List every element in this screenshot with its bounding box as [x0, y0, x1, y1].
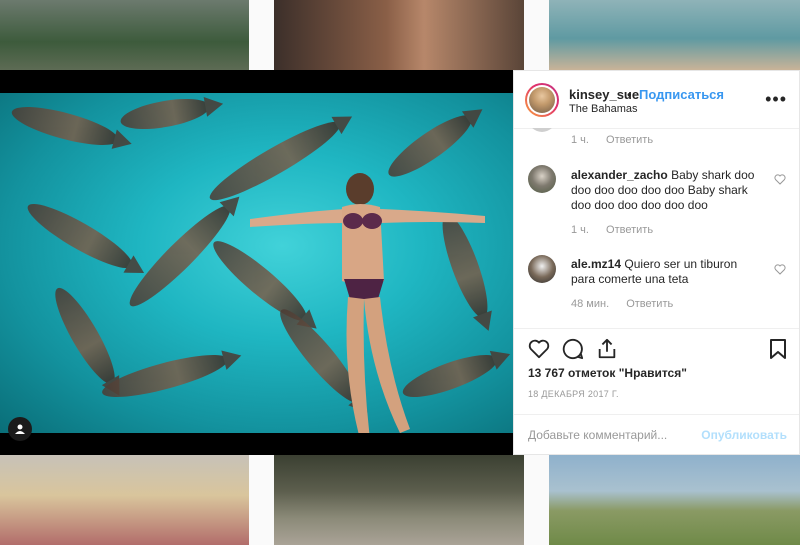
comment-icon[interactable]: [562, 338, 584, 360]
heart-icon[interactable]: [528, 339, 550, 359]
grid-photo-2[interactable]: [274, 0, 524, 70]
reply-link[interactable]: Ответить: [626, 298, 673, 310]
comment-meta: 1 ч. Ответить: [571, 224, 667, 236]
post-location[interactable]: The Bahamas: [569, 103, 637, 115]
comment-time: 1 ч.: [571, 134, 589, 146]
add-comment-bar: Добавьте комментарий... Опубликовать: [514, 414, 799, 457]
post-media-container: [0, 70, 513, 455]
post-date[interactable]: 18 ДЕКАБРЯ 2017 Г.: [528, 389, 619, 399]
likes-count[interactable]: 13 767 отметок "Нравится": [528, 366, 687, 380]
comment-input[interactable]: Добавьте комментарий...: [528, 428, 667, 442]
author-avatar[interactable]: [525, 83, 559, 117]
comment-like-icon[interactable]: [774, 264, 786, 275]
comment-body: ale.mz14 Quiero ser un tiburon para come…: [571, 257, 746, 287]
comments-list[interactable]: 1 ч. Ответить alexander_zacho Baby shark…: [514, 128, 799, 328]
grid-photo-3[interactable]: [549, 0, 800, 70]
comment-time: 1 ч.: [571, 224, 589, 236]
post-actions: [514, 328, 799, 360]
comment-time: 48 мин.: [571, 298, 610, 310]
grid-photo-4[interactable]: [0, 455, 249, 545]
grid-photo-1[interactable]: [0, 0, 249, 70]
comment-avatar[interactable]: [528, 165, 556, 193]
publish-button[interactable]: Опубликовать: [701, 428, 787, 442]
reply-link[interactable]: Ответить: [606, 224, 653, 236]
comment-avatar[interactable]: [528, 255, 556, 283]
comment-meta: 1 ч. Ответить: [571, 134, 667, 146]
reply-link[interactable]: Ответить: [606, 134, 653, 146]
comment-meta: 48 мин. Ответить: [571, 298, 687, 310]
comment-username[interactable]: ale.mz14: [571, 257, 621, 271]
swimmer-figure: [250, 173, 485, 433]
post-header: kinsey_sue • Подписаться The Bahamas •••: [514, 71, 799, 129]
user-tag-icon[interactable]: [8, 417, 32, 441]
comment-avatar[interactable]: [528, 128, 556, 132]
bookmark-icon[interactable]: [769, 338, 787, 360]
post-details-panel: kinsey_sue • Подписаться The Bahamas •••…: [513, 70, 800, 455]
share-icon[interactable]: [596, 338, 618, 360]
grid-photo-6[interactable]: [549, 455, 800, 545]
header-separator: •: [627, 87, 632, 102]
comment-body: alexander_zacho Baby shark doo doo doo d…: [571, 168, 761, 213]
grid-photo-5[interactable]: [274, 455, 524, 545]
post-photo[interactable]: [0, 93, 513, 433]
comment-like-icon[interactable]: [774, 174, 786, 185]
more-icon[interactable]: •••: [765, 89, 787, 110]
follow-button[interactable]: Подписаться: [639, 87, 724, 102]
comment-username[interactable]: alexander_zacho: [571, 168, 668, 182]
